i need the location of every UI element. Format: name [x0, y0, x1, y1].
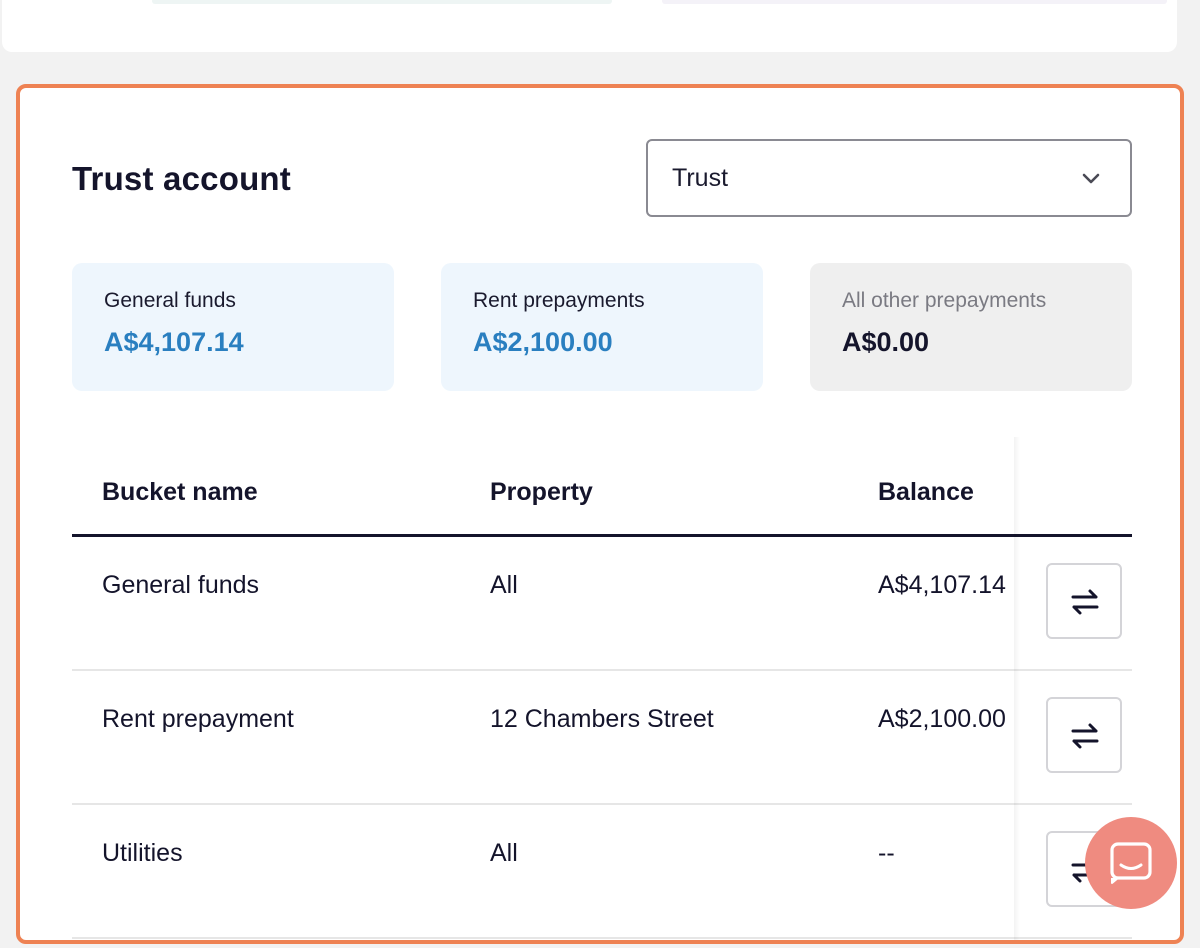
- cell-balance: --: [878, 839, 895, 867]
- top-card-tab-hint: [662, 0, 1167, 4]
- trust-account-panel: Trust account Trust General funds A$4,10…: [16, 84, 1184, 944]
- cell-balance: A$4,107.14: [878, 571, 1006, 599]
- top-card-tab-hint: [152, 0, 612, 4]
- cell-property: All: [490, 571, 518, 599]
- summary-card-rent-prepayments: Rent prepayments A$2,100.00: [441, 263, 763, 391]
- column-header-bucket: Bucket name: [102, 478, 258, 506]
- cell-balance: A$2,100.00: [878, 705, 1006, 733]
- account-select-value: Trust: [672, 164, 729, 192]
- transfer-arrows-icon: [1071, 589, 1099, 615]
- chat-icon: [1110, 842, 1152, 884]
- table-row: Utilities All --: [72, 805, 1132, 939]
- transfer-button[interactable]: [1046, 697, 1122, 773]
- summary-card-amount: A$2,100.00: [473, 327, 613, 357]
- transfer-arrows-icon: [1071, 723, 1099, 749]
- column-header-property: Property: [490, 478, 593, 506]
- chevron-down-icon: [1082, 173, 1100, 184]
- page-title: Trust account: [72, 160, 291, 197]
- summary-card-label: General funds: [104, 289, 236, 312]
- summary-card-general-funds: General funds A$4,107.14: [72, 263, 394, 391]
- sticky-column-shadow: [1014, 437, 1020, 940]
- top-card: [2, 0, 1177, 52]
- summary-card-other-prepayments: All other prepayments A$0.00: [810, 263, 1132, 391]
- account-select[interactable]: Trust: [646, 139, 1132, 217]
- cell-bucket-name: Rent prepayment: [102, 705, 294, 733]
- summary-card-label: All other prepayments: [842, 289, 1047, 312]
- cell-property: All: [490, 839, 518, 867]
- chat-launcher-button[interactable]: [1085, 817, 1177, 909]
- summary-card-label: Rent prepayments: [473, 289, 645, 312]
- cell-bucket-name: General funds: [102, 571, 260, 599]
- cell-bucket-name: Utilities: [102, 839, 183, 867]
- table-row: General funds All A$4,107.14: [72, 537, 1132, 671]
- table-row: Rent prepayment 12 Chambers Street A$2,1…: [72, 671, 1132, 805]
- table-header: Bucket name Property Balance: [72, 478, 1132, 537]
- summary-card-amount: A$4,107.14: [104, 327, 244, 357]
- cell-property: 12 Chambers Street: [490, 705, 714, 733]
- column-header-balance: Balance: [878, 478, 974, 506]
- transfer-button[interactable]: [1046, 563, 1122, 639]
- summary-card-amount: A$0.00: [842, 327, 930, 357]
